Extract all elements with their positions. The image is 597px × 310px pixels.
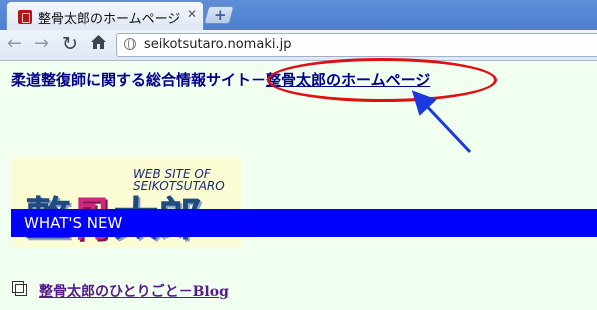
annotation-arrow <box>411 90 472 154</box>
